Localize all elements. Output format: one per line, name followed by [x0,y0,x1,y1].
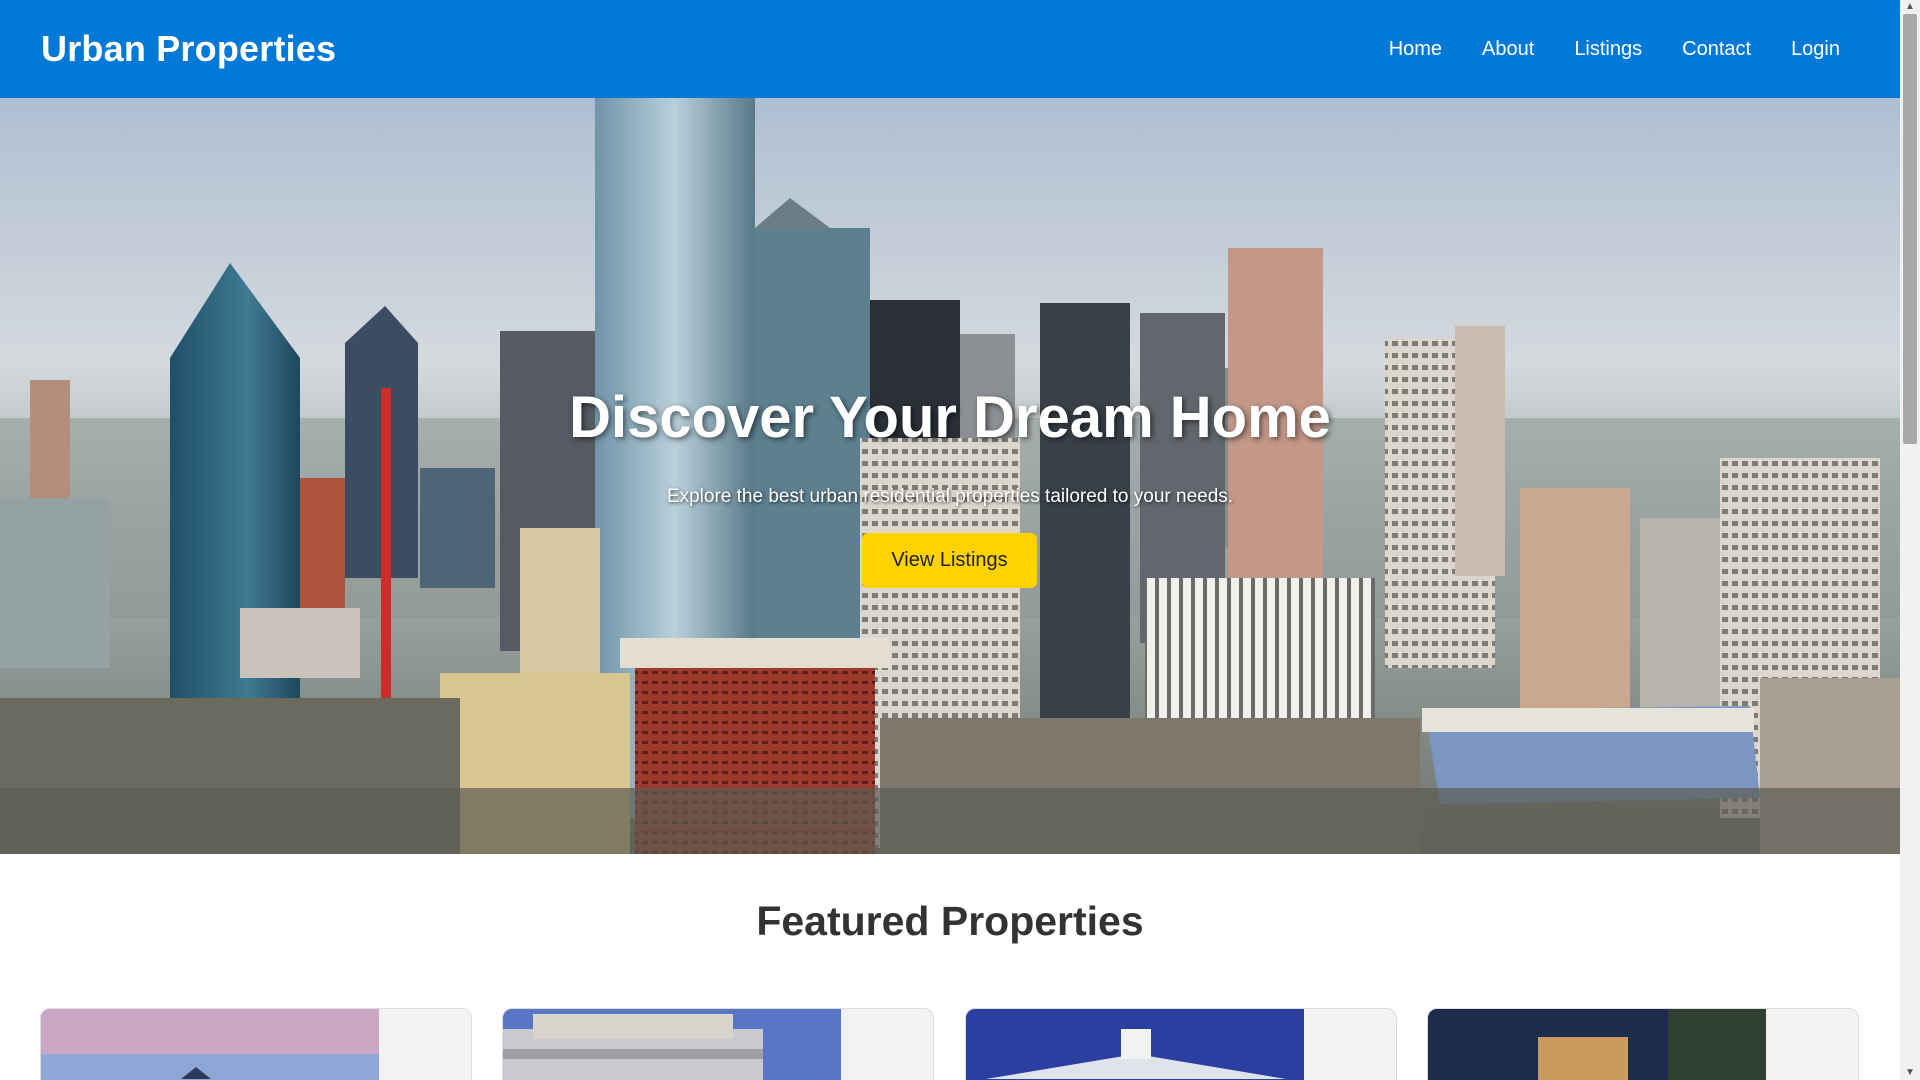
nav-home-link[interactable]: Home [1389,38,1442,61]
hero-section: Discover Your Dream Home Explore the bes… [0,98,1900,854]
view-listings-button[interactable]: View Listings [862,533,1037,588]
featured-properties-heading: Featured Properties [756,898,1144,944]
property-image [966,1009,1304,1080]
hero-subtitle: Explore the best urban residential prope… [666,486,1234,507]
scroll-up-icon[interactable]: ▲ [1900,0,1920,14]
page-scrollbar[interactable]: ▲ ▼ [1900,0,1920,1080]
main-nav: Home About Listings Contact Login [1349,38,1840,61]
site-logo[interactable]: Urban Properties [41,28,336,70]
scrollbar-thumb[interactable] [1903,14,1917,444]
hero-title: Discover Your Dream Home [569,385,1331,450]
site-header: Urban Properties Home About Listings Con… [0,0,1900,98]
featured-properties-list [40,1008,1860,1080]
property-image [41,1009,379,1080]
property-image [1428,1009,1766,1080]
nav-listings-link[interactable]: Listings [1574,38,1642,61]
page: Urban Properties Home About Listings Con… [0,0,1900,1080]
nav-login-link[interactable]: Login [1791,38,1840,61]
property-card[interactable] [965,1008,1397,1080]
nav-contact-link[interactable]: Contact [1682,38,1751,61]
scroll-down-icon[interactable]: ▼ [1900,1066,1920,1080]
property-image [503,1009,841,1080]
hero-content: Discover Your Dream Home Explore the bes… [0,98,1900,854]
property-card[interactable] [502,1008,934,1080]
property-card[interactable] [40,1008,472,1080]
nav-about-link[interactable]: About [1482,38,1534,61]
property-card[interactable] [1427,1008,1859,1080]
